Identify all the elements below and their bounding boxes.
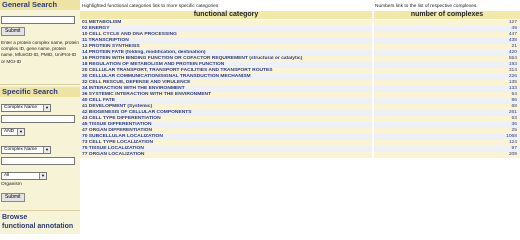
sidebar-divider bbox=[0, 84, 80, 85]
general-search-help-text: Enter a protein complex name, protein co… bbox=[1, 40, 79, 64]
specific-search-submit-button[interactable]: Submit bbox=[1, 193, 25, 202]
category-link[interactable]: 77 ORGAN LOCALIZATION bbox=[80, 152, 372, 158]
browse-link-line-1: Browse bbox=[2, 214, 28, 221]
browse-link-line-2: functional annotation bbox=[2, 222, 74, 230]
specific-search-input-1[interactable] bbox=[1, 115, 75, 123]
sidebar-divider bbox=[0, 210, 80, 211]
complex-count-link[interactable]: 209 bbox=[374, 152, 520, 158]
browse-functional-annotation-link[interactable]: Browse functional annotation bbox=[2, 214, 73, 231]
number-intro-text: Numbers link to the list of respective c… bbox=[375, 4, 478, 9]
column-header-category: functional category bbox=[80, 11, 372, 19]
chevron-down-icon: ▼ bbox=[17, 129, 24, 135]
table-row: 77 ORGAN LOCALIZATION 209 bbox=[80, 152, 520, 158]
organism-label: Organism bbox=[1, 182, 22, 187]
specific-search-input-2[interactable] bbox=[1, 157, 75, 165]
general-search-heading: General Search bbox=[0, 0, 80, 10]
organism-select-value: All bbox=[4, 173, 10, 178]
operator-select[interactable]: AND ▼ bbox=[1, 128, 25, 136]
general-search-submit-button[interactable]: Submit bbox=[1, 27, 25, 36]
chevron-down-icon: ▼ bbox=[43, 147, 50, 153]
chevron-down-icon: ▼ bbox=[39, 173, 46, 179]
main-content: Highlighted functional categories link t… bbox=[80, 0, 520, 234]
general-search-input[interactable] bbox=[1, 16, 75, 24]
field-select-1-value: Complex Name bbox=[4, 105, 38, 110]
sidebar: General Search Submit Enter a protein co… bbox=[0, 0, 80, 234]
category-intro-text: Highlighted functional categories link t… bbox=[82, 4, 219, 9]
column-header-number: number of complexes bbox=[374, 11, 520, 19]
category-table: 01 METABOLISM 127 02 ENERGY 49 10 CELL CYCLE… bbox=[80, 20, 520, 158]
organism-select[interactable]: All ▼ bbox=[1, 172, 47, 180]
operator-select-value: AND bbox=[4, 129, 15, 134]
specific-search-heading: Specific Search bbox=[0, 87, 80, 97]
field-select-2-value: Complex Name bbox=[4, 147, 38, 152]
field-select-1[interactable]: Complex Name ▼ bbox=[1, 104, 51, 112]
field-select-2[interactable]: Complex Name ▼ bbox=[1, 146, 51, 154]
chevron-down-icon: ▼ bbox=[43, 105, 50, 111]
